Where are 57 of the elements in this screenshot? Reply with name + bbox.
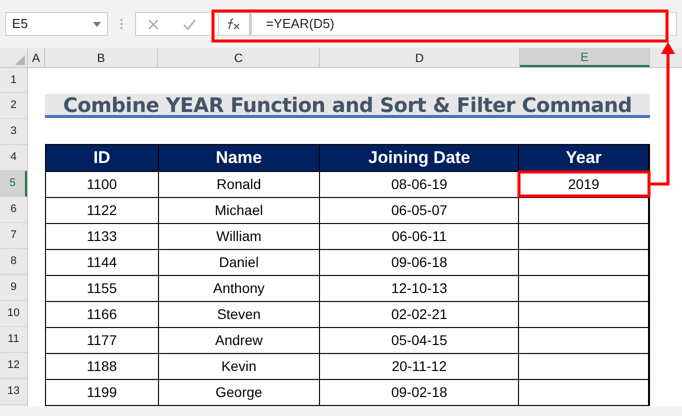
row-header[interactable]: 7 [0, 223, 27, 249]
formula-field[interactable]: =YEAR(D5) [251, 12, 677, 36]
column-header[interactable]: A [28, 48, 45, 67]
table-cell: Anthony [158, 276, 320, 301]
column-header[interactable]: C [158, 48, 320, 67]
table-cell: 06-05-07 [320, 198, 520, 223]
table-cell: George [158, 380, 320, 405]
table-cell: 05-04-15 [320, 328, 520, 353]
table-cell: 09-06-18 [320, 250, 520, 275]
table-cell: 02-02-21 [320, 302, 520, 327]
table-cell: William [158, 224, 320, 249]
table-cell: 1188 [46, 354, 159, 379]
table-cell: Ronald [158, 172, 320, 197]
insert-function-icon[interactable] [218, 13, 250, 35]
drag-handle-icon [120, 18, 123, 30]
table-cell: 1177 [46, 328, 159, 353]
row-header[interactable]: 8 [0, 249, 27, 275]
table-cell: 1122 [46, 198, 159, 223]
table-cell: 2019 [519, 172, 650, 197]
table-cell: Andrew [158, 328, 320, 353]
row-header[interactable]: 2 [0, 93, 27, 119]
table-cell: Daniel [158, 250, 320, 275]
row-header[interactable]: 6 [0, 197, 27, 223]
table-cell: 1133 [46, 224, 159, 249]
table-cell: 20-11-12 [320, 354, 520, 379]
table-header: Joining Date [320, 145, 520, 171]
cancel-icon[interactable] [148, 18, 159, 30]
table-cell: Kevin [158, 354, 320, 379]
sheet-title: Combine YEAR Function and Sort & Filter Command [45, 94, 650, 118]
table-cell: 1155 [46, 276, 159, 301]
select-all-icon[interactable] [15, 55, 25, 65]
caret-icon [93, 22, 101, 26]
row-header[interactable]: 12 [0, 353, 27, 379]
table-header: Year [519, 145, 650, 171]
row-header[interactable]: 11 [0, 327, 27, 353]
table-cell: 1199 [46, 380, 159, 405]
row-header[interactable]: 1 [0, 68, 27, 93]
table-header: Name [158, 145, 320, 171]
column-header[interactable]: E [520, 48, 650, 67]
table-cell: Steven [158, 302, 320, 327]
row-header[interactable]: 13 [0, 379, 27, 405]
column-header[interactable]: B [45, 48, 158, 67]
table-cell: 1144 [46, 250, 159, 275]
table-cell: Michael [158, 198, 320, 223]
table-cell: 09-02-18 [320, 380, 520, 405]
row-header[interactable]: 10 [0, 301, 27, 327]
table-cell: 12-10-13 [320, 276, 520, 301]
table-cell: 1166 [46, 302, 159, 327]
name-box[interactable]: E5 [5, 12, 108, 36]
row-header[interactable]: 3 [0, 119, 27, 145]
table-cell: 1100 [46, 172, 159, 197]
check-icon[interactable] [183, 18, 196, 30]
row-header[interactable]: 9 [0, 275, 27, 301]
table-header: ID [46, 145, 159, 171]
row-header[interactable]: 5 [0, 171, 27, 197]
table-cell: 08-06-19 [320, 172, 520, 197]
table-cell: 06-06-11 [320, 224, 520, 249]
